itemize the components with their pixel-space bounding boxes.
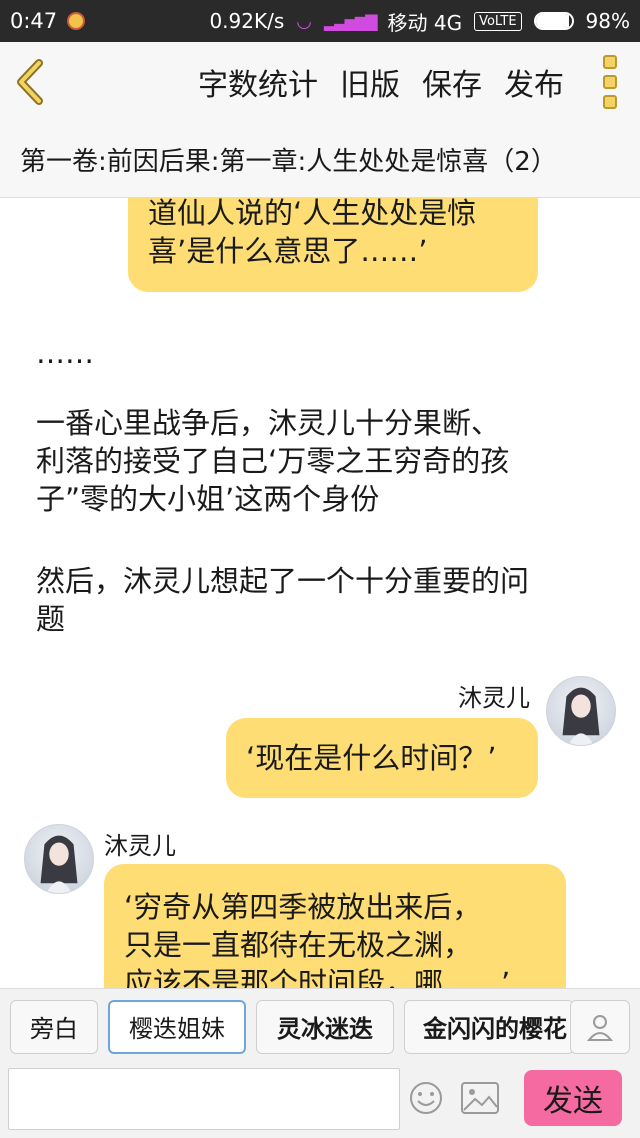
bubble-line: ‘穷奇从第四季被放出来后，: [124, 890, 482, 924]
carrier-label: 移动 4G: [387, 10, 463, 35]
battery-percent: 98%: [585, 9, 630, 33]
more-dot-icon: [603, 95, 617, 109]
bubble-line: ‘现在是什么时间？’: [246, 741, 497, 775]
input-bar: 发送: [0, 1064, 640, 1138]
publish-button[interactable]: 发布: [504, 60, 564, 104]
wifi-icon: ◡: [296, 10, 312, 32]
chapter-title: 第一卷:前因后果:第一章:人生处处是惊喜（2）: [20, 147, 557, 177]
battery-icon: [533, 12, 574, 30]
chapter-title-bar[interactable]: 第一卷:前因后果:第一章:人生处处是惊喜（2）: [0, 122, 640, 198]
more-dot-icon: [603, 55, 617, 69]
narration-line: 一番心里战争后，沐灵儿十分果断、: [36, 406, 501, 440]
role-chip-narrator[interactable]: 旁白: [10, 999, 98, 1054]
send-button[interactable]: 发送: [524, 1070, 622, 1126]
volte-badge: VoLTE: [474, 11, 522, 31]
narration-line: ……: [36, 336, 94, 370]
character-avatar[interactable]: [24, 824, 94, 894]
chevron-left-icon: [17, 59, 43, 105]
add-role-button[interactable]: [570, 1000, 630, 1054]
status-bar: 0:47 0.92K/s ◡ ▂▃▅▆▇ 移动 4G VoLTE 98%: [0, 0, 640, 42]
character-avatar[interactable]: [546, 676, 616, 746]
bubble-line: 喜’是什么意思了……’: [148, 234, 428, 268]
role-chip[interactable]: 金闪闪的樱花: [404, 999, 574, 1054]
girl-portrait-icon: [562, 687, 600, 745]
bubble-line: 只是一直都待在无极之渊，: [124, 928, 473, 962]
narration-text[interactable]: ……: [36, 334, 616, 372]
notification-app-icon: [67, 12, 86, 30]
more-menu-button[interactable]: [580, 42, 640, 122]
signal-icon: ▂▃▅▆▇: [323, 11, 378, 31]
role-chip[interactable]: 灵冰迷迭: [256, 999, 394, 1054]
narration-text[interactable]: 然后，沐灵儿想起了一个十分重要的问 题: [36, 562, 616, 638]
user-icon: [586, 1015, 614, 1041]
save-button[interactable]: 保存: [422, 60, 482, 104]
more-dot-icon: [603, 75, 617, 89]
message-bubble[interactable]: 道仙人说的‘人生处处是惊 喜’是什么意思了……’: [128, 198, 538, 292]
story-content[interactable]: 道仙人说的‘人生处处是惊 喜’是什么意思了……’ …… 一番心里战争后，沐灵儿十…: [0, 198, 640, 988]
speaker-name: 沐灵儿: [458, 684, 530, 712]
narration-line: 然后，沐灵儿想起了一个十分重要的问: [36, 564, 530, 598]
bubble-line: 道仙人说的‘人生处处是惊: [148, 198, 477, 230]
network-speed: 0.92K/s: [209, 9, 285, 33]
role-chip-selected[interactable]: 樱迭姐妹: [108, 999, 246, 1054]
back-button[interactable]: [0, 42, 60, 122]
status-time: 0:47: [10, 9, 58, 33]
old-version-button[interactable]: 旧版: [340, 60, 400, 104]
message-bubble[interactable]: ‘现在是什么时间？’: [226, 718, 538, 798]
narration-line: 题: [36, 602, 66, 636]
bubble-line: 应该不是那个时间段，哪……’: [124, 966, 511, 988]
narration-line: 利落的接受了自己‘万零之王穷奇的孩: [36, 444, 510, 478]
emoji-icon[interactable]: [408, 1080, 444, 1116]
narration-line: 子”零的大小姐’这两个身份: [36, 482, 380, 516]
message-input[interactable]: [8, 1068, 400, 1130]
message-bubble[interactable]: ‘穷奇从第四季被放出来后， 只是一直都待在无极之渊， 应该不是那个时间段，哪………: [104, 864, 566, 988]
girl-portrait-icon: [40, 835, 78, 893]
image-icon[interactable]: [460, 1080, 500, 1116]
narration-text[interactable]: 一番心里战争后，沐灵儿十分果断、 利落的接受了自己‘万零之王穷奇的孩 子”零的大…: [36, 404, 616, 518]
speaker-name: 沐灵儿: [104, 832, 176, 860]
role-selector: 旁白 樱迭姐妹 灵冰迷迭 金闪闪的樱花: [0, 988, 640, 1064]
editor-toolbar: 字数统计 旧版 保存 发布: [0, 42, 640, 122]
word-count-button[interactable]: 字数统计: [198, 60, 318, 104]
